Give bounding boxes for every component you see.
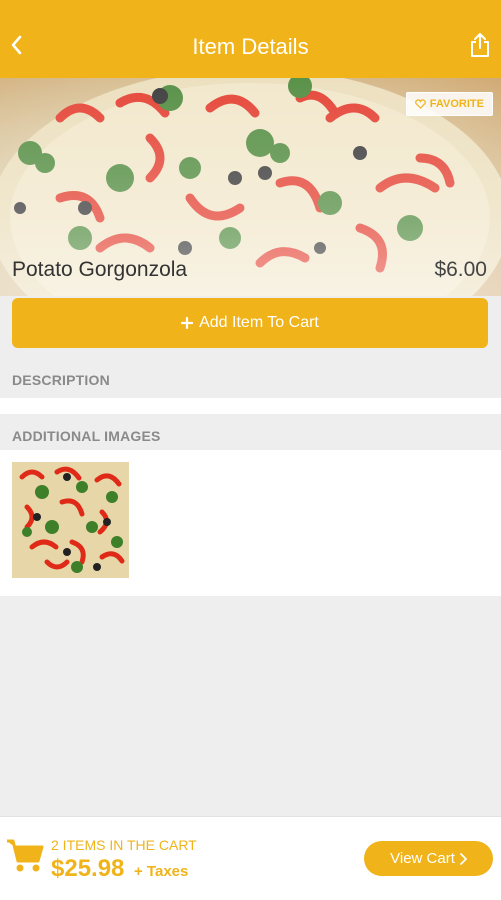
heart-icon xyxy=(414,99,426,109)
add-to-cart-label: Add Item To Cart xyxy=(199,314,319,331)
cart-taxes-note: + Taxes xyxy=(134,863,189,880)
cart-total: $25.98 xyxy=(51,855,125,882)
additional-image-thumbnail[interactable] xyxy=(12,462,129,578)
chevron-right-icon xyxy=(459,852,467,865)
view-cart-button[interactable]: View Cart xyxy=(364,841,493,876)
description-content xyxy=(0,398,501,414)
view-cart-label: View Cart xyxy=(390,850,455,867)
share-button[interactable] xyxy=(469,32,491,58)
cart-summary-bar: 2 ITEMS IN THE CART $25.98 + Taxes View … xyxy=(0,816,501,900)
shopping-cart-icon xyxy=(7,839,44,872)
share-icon xyxy=(471,33,489,57)
favorite-label: FAVORITE xyxy=(429,98,484,110)
add-to-cart-button[interactable]: Add Item To Cart xyxy=(12,298,488,348)
page-title: Item Details xyxy=(192,34,309,59)
item-name: Potato Gorgonzola xyxy=(12,258,188,281)
additional-images-header: ADDITIONAL IMAGES xyxy=(0,418,501,454)
cart-button[interactable] xyxy=(5,837,45,873)
description-header: DESCRIPTION xyxy=(0,362,501,398)
favorite-button[interactable]: FAVORITE xyxy=(405,92,493,116)
app-bar: Item Details xyxy=(0,0,501,78)
item-price: $6.00 xyxy=(434,258,487,281)
cart-item-count: 2 ITEMS IN THE CART xyxy=(51,837,197,853)
plus-icon xyxy=(181,317,194,329)
